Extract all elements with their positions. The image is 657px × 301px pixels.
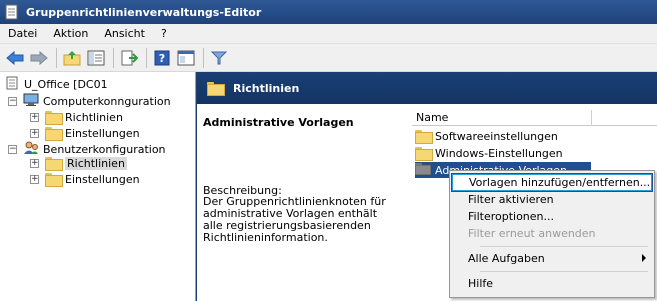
menu-item-label: Alle Aufgaben xyxy=(468,252,545,265)
list-header: Name xyxy=(412,110,657,126)
menu-separator xyxy=(480,271,648,272)
tree-item-computer[interactable]: − Computerkonnguration xyxy=(8,93,171,109)
toolbar-separator xyxy=(56,47,57,68)
details-header-title: Richtlinien xyxy=(233,81,300,95)
export-list-icon[interactable] xyxy=(118,47,140,69)
up-folder-icon[interactable] xyxy=(61,47,83,69)
tree-label: Computerkonnguration xyxy=(43,94,171,108)
column-header-name[interactable]: Name xyxy=(412,110,592,126)
folder-icon xyxy=(45,157,63,171)
tree-item-user-einstellungen[interactable]: + Einstellungen xyxy=(30,171,140,187)
filter-icon[interactable] xyxy=(208,47,230,69)
tree-root[interactable]: U_Office [DC01 xyxy=(6,76,108,92)
window-title: Gruppenrichtlinienverwaltungs-Editor xyxy=(26,5,262,19)
description-panel: Administrative Vorlagen Beschreibung: De… xyxy=(201,108,391,298)
svg-text:?: ? xyxy=(159,52,165,65)
menu-item-help[interactable]: Hilfe xyxy=(452,275,652,292)
list-item-label: Softwareeinstellungen xyxy=(435,129,558,143)
menu-item-enable-filter[interactable]: Filter aktivieren xyxy=(452,191,652,208)
expand-toggle[interactable]: + xyxy=(30,112,39,122)
folder-icon xyxy=(415,147,433,161)
toolbar-separator xyxy=(113,47,114,68)
folder-icon xyxy=(415,130,433,144)
tree-label: Benutzerkonfiguration xyxy=(43,142,166,156)
folder-icon xyxy=(414,162,432,178)
toolbar-separator xyxy=(203,47,204,68)
menu-help[interactable]: ? xyxy=(153,27,175,40)
menu-aktion[interactable]: Aktion xyxy=(45,27,96,40)
menu-item-all-tasks[interactable]: Alle Aufgaben xyxy=(452,250,652,267)
details-header: Richtlinien xyxy=(197,72,657,104)
menu-item-add-remove-templates[interactable]: Vorlagen hinzufügen/entfernen... xyxy=(451,173,653,192)
folder-icon xyxy=(45,173,63,187)
submenu-arrow-icon xyxy=(642,254,646,262)
list-item[interactable]: Windows-Einstellungen xyxy=(415,145,563,161)
toolbar-separator xyxy=(146,47,147,68)
menu-bar: Datei Aktion Ansicht ? xyxy=(0,24,657,44)
collapse-toggle[interactable]: − xyxy=(8,144,17,154)
tree-item-computer-richtlinien[interactable]: + Richtlinien xyxy=(30,109,123,125)
policy-editor-icon xyxy=(4,4,20,20)
folder-icon xyxy=(45,111,63,125)
title-bar: Gruppenrichtlinienverwaltungs-Editor xyxy=(0,0,657,24)
help-icon[interactable]: ? xyxy=(151,47,173,69)
navigation-tree: U_Office [DC01 − Computerkonnguration + … xyxy=(0,72,196,301)
tree-item-computer-einstellungen[interactable]: + Einstellungen xyxy=(30,125,140,141)
description-text: Der Gruppenrichtlinienknoten für adminis… xyxy=(203,195,386,244)
toolbar: ? xyxy=(0,44,657,72)
forward-arrow-icon[interactable] xyxy=(28,47,50,69)
tree-label: Einstellungen xyxy=(65,172,140,186)
description-title: Administrative Vorlagen xyxy=(203,116,354,129)
menu-ansicht[interactable]: Ansicht xyxy=(96,27,153,40)
menu-datei[interactable]: Datei xyxy=(0,27,45,40)
folder-icon xyxy=(45,127,63,141)
expand-toggle[interactable]: + xyxy=(30,158,39,168)
menu-item-filter-options[interactable]: Filteroptionen... xyxy=(452,208,652,225)
back-arrow-icon[interactable] xyxy=(4,47,26,69)
expand-toggle[interactable]: + xyxy=(30,174,39,184)
tree-label-selected: Richtlinien xyxy=(65,156,127,170)
show-hide-tree-icon[interactable] xyxy=(85,47,107,69)
policy-document-icon xyxy=(6,76,18,93)
computer-icon xyxy=(23,93,39,110)
tree-label: Einstellungen xyxy=(65,126,140,140)
tree-root-label: U_Office [DC01 xyxy=(24,77,108,91)
list-item[interactable]: Softwareeinstellungen xyxy=(415,128,558,144)
tree-label: Richtlinien xyxy=(65,110,123,124)
collapse-toggle[interactable]: − xyxy=(8,96,17,106)
menu-separator xyxy=(480,246,648,247)
context-menu: Vorlagen hinzufügen/entfernen... Filter … xyxy=(449,170,655,298)
list-item-label: Windows-Einstellungen xyxy=(435,146,563,160)
tree-item-user-richtlinien[interactable]: + Richtlinien xyxy=(30,155,127,171)
expand-toggle[interactable]: + xyxy=(30,128,39,138)
menu-item-reapply-filter: Filter erneut anwenden xyxy=(468,227,596,240)
folder-icon xyxy=(207,82,225,96)
console-icon[interactable] xyxy=(175,47,197,69)
